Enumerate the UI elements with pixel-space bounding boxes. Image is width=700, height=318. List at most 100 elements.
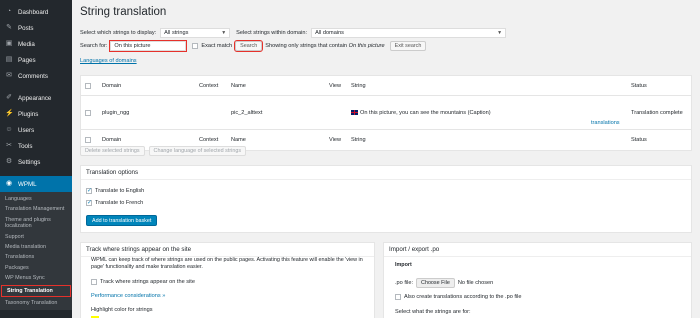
sidebar-item-label: Tools [18,142,33,150]
sidebar-item-comments[interactable]: ✉ Comments [0,68,72,84]
sidebar-item-label: Appearance [18,94,52,102]
pages-icon: ▤ [5,56,13,63]
chevron-down-icon: ▼ [497,30,503,36]
page-title: String translation [80,6,167,18]
uk-flag-icon [351,110,358,115]
main-content: String translation Select which strings … [72,0,700,318]
sidebar-item-wpml[interactable]: ◉ WPML [0,176,72,192]
translations-link-text[interactable]: translations [591,120,620,126]
change-language-button[interactable]: Change language of selected strings [148,146,247,156]
submenu-item-theme-and-plugins-localization[interactable]: Theme and plugins localization [0,215,72,232]
track-checkbox[interactable] [91,279,97,285]
highlight-label: Highlight color for strings [91,307,153,313]
import-label: Import [395,262,412,268]
translation-options-panel: Translation options Translate to English… [80,165,692,233]
languages-row: Languages of domains [80,58,137,64]
users-icon: ☺ [5,126,13,133]
sidebar-item-label: Plugins [18,110,39,118]
brush-icon: ✐ [6,94,12,101]
col-name[interactable]: Name [231,76,246,95]
row-status: Translation complete [631,109,683,116]
track-description: WPML can keep track of where strings are… [91,257,363,270]
track-checkbox-row: Track where strings appear on the site [91,279,195,285]
sidebar-item-plugins[interactable]: ⚡ Plugins [0,106,72,122]
import-export-panel: Import / export .po Import .po file: Cho… [383,242,692,318]
sidebar-item-label: WPML [18,180,37,188]
sidebar-item-label: Pages [18,56,36,64]
wpml-submenu: Languages Translation Management Theme and… [0,192,72,311]
delete-strings-button[interactable]: Delete selected strings [80,146,145,156]
search-row: Search for: On this picture Exact match … [80,40,427,52]
media-icon: ▣ [5,40,13,47]
row-name: pic_2_alttext [231,109,263,116]
translate-english-checkbox[interactable] [86,187,92,194]
sidebar-item-users[interactable]: ☺ Users [0,122,72,138]
track-strings-panel: Track where strings appear on the site W… [80,242,375,318]
showing-prefix: Showing only strings that contain [265,43,348,49]
import-label-row: Import [395,262,412,268]
sidebar-item-tools[interactable]: ✂ Tools [0,138,72,154]
submenu-item-translation-management[interactable]: Translation Management [0,204,72,214]
domain-select-value: All domains [315,30,344,36]
search-input[interactable]: On this picture [109,40,188,52]
add-basket-row: Add to translation basket [86,215,158,226]
sidebar-item-pages[interactable]: ▤ Pages [0,52,72,68]
sidebar-item-posts[interactable]: ✎ Posts [0,20,72,36]
languages-of-domains-link[interactable]: Languages of domains [80,58,137,64]
strings-table: Domain Context Name View String Status p… [80,75,692,151]
chevron-down-icon: ▼ [221,30,227,36]
row-checkbox[interactable] [85,109,91,116]
translate-english-label: Translate to English [95,188,145,194]
sidebar-item-label: Settings [18,158,41,166]
search-button[interactable]: Search [234,40,264,52]
perf-row: Performance considerations » [91,293,165,299]
translate-french-checkbox[interactable] [86,199,92,206]
sidebar-item-appearance[interactable]: ✐ Appearance [0,90,72,106]
submenu-item-translations[interactable]: Translations [0,252,72,262]
sidebar-item-dashboard[interactable]: ◔ Dashboard [0,4,72,20]
submenu-item-string-translation[interactable]: String Translation [1,284,71,298]
po-file-row: .po file: Choose File No file chosen [395,278,493,288]
col-string[interactable]: String [351,76,366,95]
submenu-item-media-translation[interactable]: Media translation [0,242,72,252]
select-what-label: Select what the strings are for: [395,309,471,315]
submenu-item-packages[interactable]: Packages [0,263,72,273]
sidebar-item-settings[interactable]: ⚙ Settings [0,154,72,170]
table-row: plugin_ngg pic_2_alttext On this picture… [81,96,691,130]
submenu-item-wp-menus-sync[interactable]: WP Menus Sync [0,273,72,283]
admin-sidebar: ◔ Dashboard ✎ Posts ▣ Media ▤ Pages ✉ Comments ✐ Ap… [0,0,72,318]
display-filter-label: Select which strings to display: [80,30,157,36]
showing-text: Showing only strings that contain On thi… [265,43,384,49]
comments-icon: ✉ [6,72,12,79]
po-file-label: .po file: [395,280,414,286]
select-what-row: Select what the strings are for: [395,309,471,315]
performance-link[interactable]: Performance considerations » [91,293,165,299]
col-domain[interactable]: Domain [102,76,121,95]
sidebar-item-label: Posts [18,24,34,32]
submenu-item-taxonomy-translation[interactable]: Taxonomy Translation [0,298,72,308]
select-all-checkbox[interactable] [85,82,91,89]
translation-options-title: Translation options [81,166,691,180]
add-to-basket-button[interactable]: Add to translation basket [86,215,158,226]
domain-select[interactable]: All domains ▼ [311,28,507,38]
col-status: Status [631,82,647,89]
submenu-item-support[interactable]: Support [0,232,72,242]
track-checkbox-label: Track where strings appear on the site [100,279,195,285]
display-select[interactable]: All strings ▼ [160,28,231,38]
select-all-footer-checkbox[interactable] [85,137,91,143]
translate-french-label: Translate to French [95,200,144,206]
exit-search-button[interactable]: Exit search [389,41,427,51]
sidebar-item-label: Users [18,126,35,134]
sidebar-item-label: Comments [18,72,48,80]
also-create-checkbox[interactable] [395,294,401,300]
col-string-footer[interactable]: String [351,130,366,150]
sidebar-item-label: Media [18,40,35,48]
choose-file-button[interactable]: Choose File [416,278,455,288]
col-view: View [329,82,342,89]
col-context[interactable]: Context [199,76,218,95]
exact-match-checkbox[interactable] [192,43,199,49]
submenu-item-languages[interactable]: Languages [0,194,72,204]
showing-term: On this picture [348,43,385,49]
sidebar-item-media[interactable]: ▣ Media [0,36,72,52]
translate-english-row: Translate to English [86,187,145,194]
